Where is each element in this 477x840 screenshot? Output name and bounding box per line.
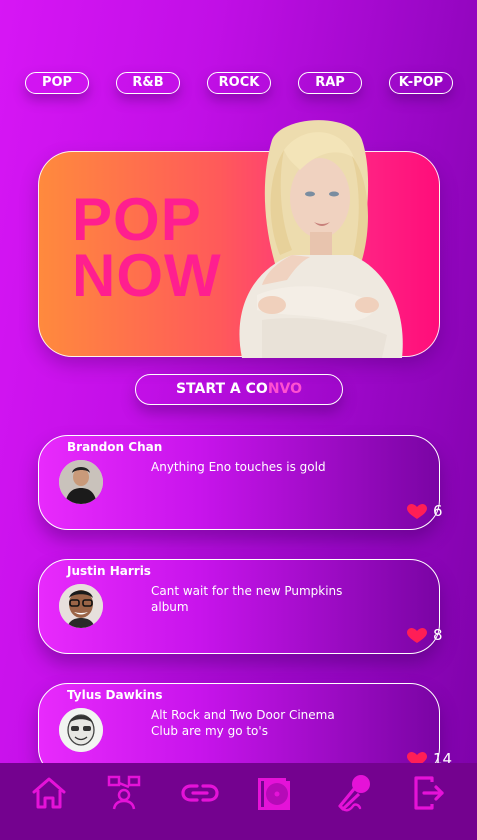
start-convo-button[interactable]: START A CONVO bbox=[135, 374, 343, 405]
post-author: Justin Harris bbox=[67, 564, 151, 578]
bottom-nav-bar bbox=[0, 763, 477, 840]
community-icon bbox=[107, 775, 141, 810]
genre-rock-button[interactable]: ROCK bbox=[207, 72, 271, 94]
nav-home[interactable] bbox=[29, 773, 69, 813]
post-card[interactable]: Justin Harris Cant wait for the new Pump… bbox=[38, 559, 443, 654]
nav-karaoke[interactable] bbox=[333, 773, 373, 813]
post-card[interactable]: Brandon Chan Anything Eno touches is gol… bbox=[38, 435, 443, 530]
featured-banner[interactable]: POP NOW bbox=[38, 120, 440, 358]
avatar[interactable] bbox=[59, 460, 103, 504]
avatar[interactable] bbox=[59, 584, 103, 628]
genre-kpop-button[interactable]: K-POP bbox=[389, 72, 453, 94]
post-message: Cant wait for the new Pumpkins album bbox=[151, 584, 343, 614]
post-author: Tylus Dawkins bbox=[67, 688, 163, 702]
post-message: Alt Rock and Two Door Cinema Club are my… bbox=[151, 708, 335, 738]
like-count: 8 bbox=[433, 626, 443, 644]
home-icon bbox=[32, 777, 66, 809]
heart-icon[interactable] bbox=[407, 504, 427, 520]
nav-community[interactable] bbox=[104, 773, 144, 813]
like-count: 6 bbox=[433, 502, 443, 520]
artist-portrait-image bbox=[239, 120, 403, 358]
logout-icon bbox=[414, 776, 444, 810]
start-convo-label-highlight: NVO bbox=[267, 381, 303, 397]
post-message: Anything Eno touches is gold bbox=[151, 460, 326, 474]
genre-rnb-button[interactable]: R&B bbox=[116, 72, 180, 94]
microphone-icon bbox=[338, 775, 370, 812]
nav-album[interactable] bbox=[256, 773, 296, 813]
heart-icon[interactable] bbox=[407, 628, 427, 644]
genre-filter-bar: POP R&B ROCK RAP K-POP bbox=[0, 72, 477, 96]
genre-pop-button[interactable]: POP bbox=[25, 72, 89, 94]
start-convo-label: START A CO bbox=[175, 381, 268, 397]
album-icon bbox=[258, 776, 294, 810]
post-author: Brandon Chan bbox=[67, 440, 163, 454]
nav-link[interactable] bbox=[180, 773, 220, 813]
nav-logout[interactable] bbox=[408, 773, 448, 813]
avatar[interactable] bbox=[59, 708, 103, 752]
link-icon bbox=[181, 784, 219, 802]
genre-rap-button[interactable]: RAP bbox=[298, 72, 362, 94]
